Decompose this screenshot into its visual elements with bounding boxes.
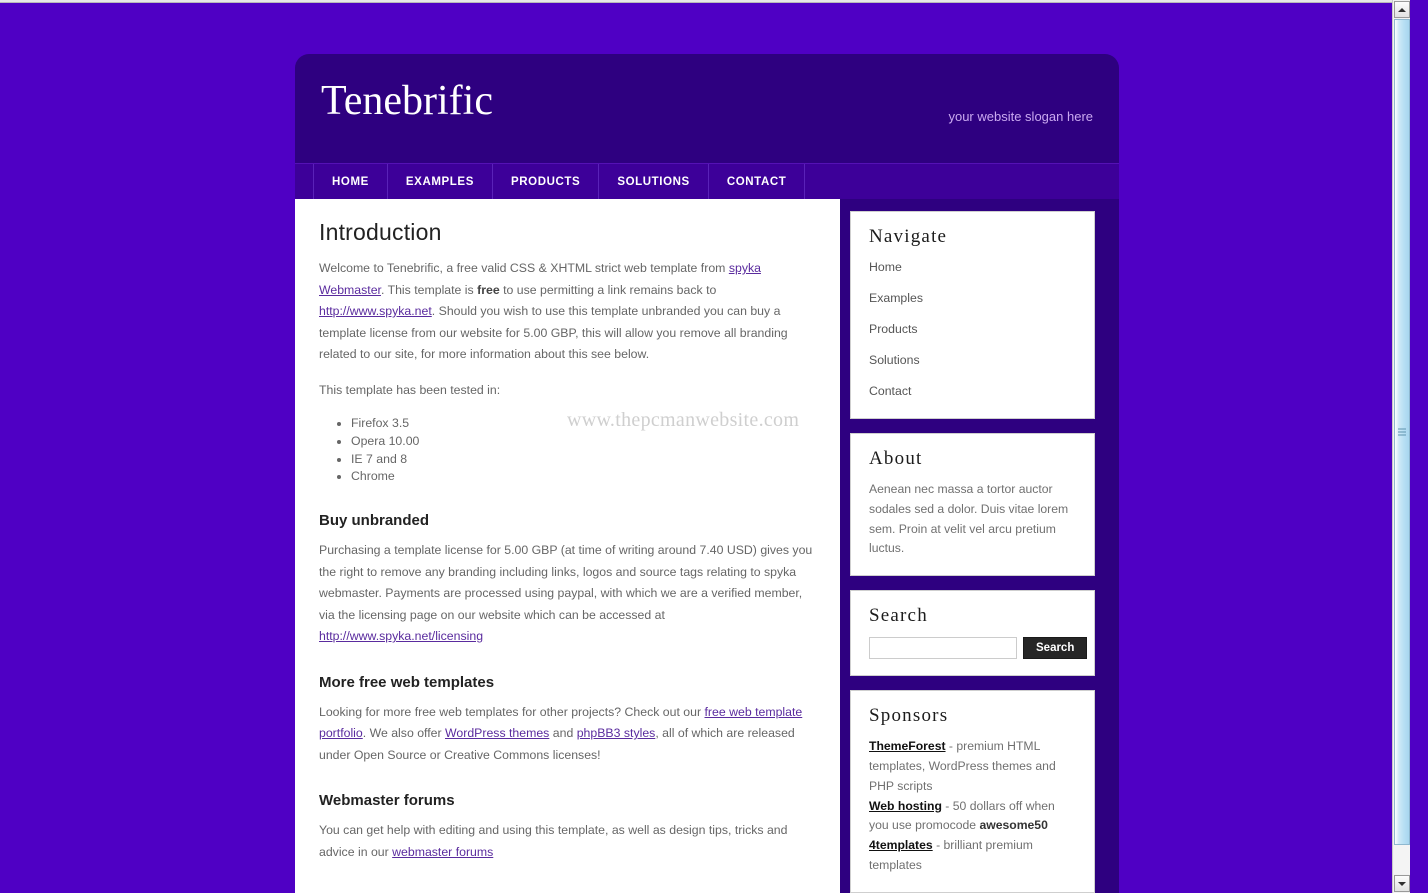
list-item: Contact — [869, 382, 1076, 400]
search-box: Search Search — [850, 590, 1095, 677]
link-wordpress-themes[interactable]: WordPress themes — [445, 726, 549, 740]
sponsor-item: Web hosting - 50 dollars off when you us… — [869, 797, 1076, 837]
search-heading: Search — [869, 605, 928, 627]
navigate-box: Navigate Home Examples Products Solution… — [850, 211, 1095, 419]
intro-text-c: to use permitting a link remains back to — [499, 282, 717, 297]
watermark-text: www.thepcmanwebsite.com — [567, 409, 800, 431]
nav-item-products[interactable]: PRODUCTS — [493, 163, 600, 200]
heading-more-templates: More free web templates — [319, 673, 495, 691]
link-licensing[interactable]: http://www.spyka.net/licensing — [319, 629, 483, 643]
about-text: Aenean nec massa a tortor auctor sodales… — [869, 482, 1069, 556]
heading-buy-unbranded: Buy unbranded — [319, 512, 430, 530]
list-item: Examples — [869, 289, 1076, 307]
page-title: Introduction — [319, 219, 442, 245]
navigate-list: Home Examples Products Solutions Contact — [869, 258, 1076, 400]
intro-bold-free: free — [477, 282, 500, 297]
sponsor-dash: - — [941, 798, 953, 813]
sponsor-promocode: awesome50 — [979, 818, 1048, 833]
sidebar: Navigate Home Examples Products Solution… — [840, 199, 1119, 893]
more-text-c: and — [549, 726, 577, 741]
site-slogan: your website slogan here — [948, 109, 1093, 124]
site-container: Tenebrific your website slogan here HOME… — [295, 54, 1119, 893]
nav-item-solutions[interactable]: SOLUTIONS — [599, 163, 709, 200]
scroll-down-button[interactable] — [1394, 875, 1410, 892]
sponsor-dash: - — [945, 739, 957, 754]
main-navigation: HOME EXAMPLES PRODUCTS SOLUTIONS CONTACT — [295, 163, 1119, 200]
navigate-heading: Navigate — [869, 226, 948, 247]
nav-item-contact[interactable]: CONTACT — [709, 163, 806, 200]
buy-text-a: Purchasing a template license for 5.00 G… — [319, 543, 813, 622]
scroll-up-button[interactable] — [1394, 1, 1410, 18]
chevron-up-icon — [1398, 7, 1406, 12]
search-input[interactable] — [869, 637, 1017, 660]
list-item: Opera 10.00 — [351, 433, 816, 451]
intro-paragraph: Welcome to Tenebrific, a free valid CSS … — [319, 258, 816, 366]
scrollbar-grip-icon — [1398, 428, 1406, 436]
sidebar-item-examples[interactable]: Examples — [869, 291, 923, 305]
link-phpbb3-styles[interactable]: phpBB3 styles — [577, 726, 656, 740]
list-item: Chrome — [351, 468, 816, 486]
nav-item-examples[interactable]: EXAMPLES — [388, 163, 493, 200]
forums-text-a: You can get help with editing and using … — [319, 823, 788, 859]
search-row: Search — [869, 637, 1088, 660]
nav-item-home[interactable]: HOME — [313, 163, 388, 200]
sidebar-item-home[interactable]: Home — [869, 260, 902, 274]
sponsors-heading: Sponsors — [869, 705, 949, 727]
list-item: Solutions — [869, 351, 1076, 369]
link-webmaster-forums[interactable]: webmaster forums — [392, 845, 493, 859]
chevron-down-icon — [1398, 881, 1406, 886]
search-button[interactable]: Search — [1023, 637, 1088, 660]
page-body: Introduction Welcome to Tenebrific, a fr… — [295, 199, 1119, 893]
link-spyka-net[interactable]: http://www.spyka.net — [319, 304, 432, 318]
main-content: Introduction Welcome to Tenebrific, a fr… — [295, 199, 840, 893]
sidebar-item-solutions[interactable]: Solutions — [869, 353, 920, 367]
more-text-b: . We also offer — [362, 726, 445, 741]
tested-intro: This template has been tested in: — [319, 382, 501, 397]
site-logo: Tenebrific — [321, 78, 493, 124]
link-themeforest[interactable]: ThemeForest — [869, 739, 946, 753]
heading-webmaster-forums: Webmaster forums — [319, 792, 455, 810]
browser-viewport: Tenebrific your website slogan here HOME… — [0, 0, 1410, 893]
more-text-a: Looking for more free web templates for … — [319, 704, 705, 719]
scrollbar-thumb[interactable] — [1394, 19, 1410, 845]
browser-top-strip — [0, 0, 1410, 3]
sponsor-dash: - — [932, 838, 944, 853]
about-heading: About — [869, 448, 923, 469]
list-item: IE 7 and 8 — [351, 451, 816, 469]
list-item: Products — [869, 320, 1076, 338]
site-header: Tenebrific your website slogan here — [295, 54, 1119, 163]
intro-text-b: . This template is — [380, 282, 478, 297]
sidebar-item-contact[interactable]: Contact — [869, 384, 911, 398]
sponsor-item: 4templates - brilliant premium templates — [869, 836, 1076, 876]
more-templates-paragraph: Looking for more free web templates for … — [319, 702, 816, 767]
buy-paragraph: Purchasing a template license for 5.00 G… — [319, 540, 816, 648]
link-4templates[interactable]: 4templates — [869, 838, 933, 852]
about-box: About Aenean nec massa a tortor auctor s… — [850, 433, 1095, 577]
sidebar-item-products[interactable]: Products — [869, 322, 918, 336]
sponsors-box: Sponsors ThemeForest - premium HTML temp… — [850, 690, 1095, 893]
link-web-hosting[interactable]: Web hosting — [869, 799, 942, 813]
intro-text-a: Welcome to Tenebrific, a free valid CSS … — [319, 261, 729, 275]
forums-paragraph: You can get help with editing and using … — [319, 820, 816, 863]
vertical-scrollbar[interactable] — [1392, 0, 1410, 893]
list-item: Home — [869, 258, 1076, 276]
sponsor-item: ThemeForest - premium HTML templates, Wo… — [869, 737, 1076, 796]
